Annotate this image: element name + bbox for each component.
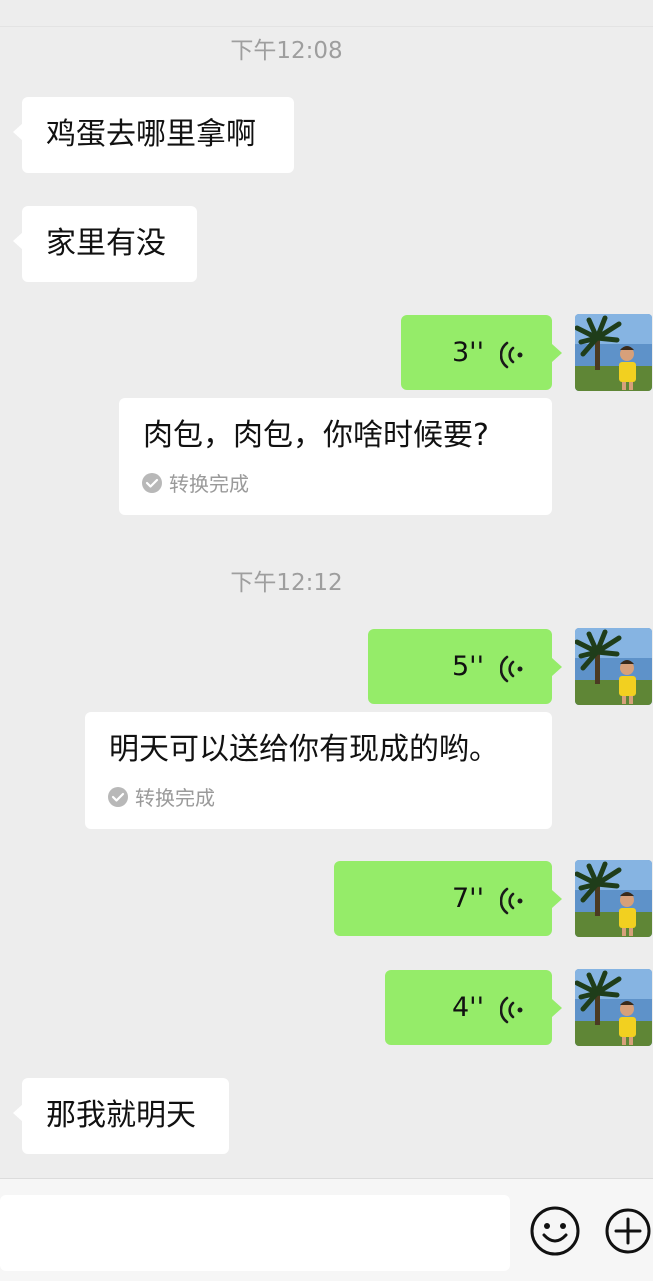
transcript-status: 转换完成	[135, 786, 215, 810]
avatar[interactable]	[575, 860, 652, 937]
avatar-photo-icon	[575, 628, 652, 705]
voice-duration: 3''	[452, 337, 485, 368]
transcript-text: 肉包，肉包，你啥时候要?	[143, 418, 489, 453]
avatar[interactable]	[575, 314, 652, 391]
voice-message[interactable]: 7''	[334, 861, 562, 936]
voice-message[interactable]: 3''	[401, 315, 562, 390]
voice-duration: 4''	[452, 992, 485, 1023]
avatar-photo-icon	[575, 860, 652, 937]
voice-message[interactable]: 5''	[368, 629, 562, 704]
avatar[interactable]	[575, 628, 652, 705]
avatar-photo-icon	[575, 314, 652, 391]
smiley-face-icon[interactable]	[529, 1205, 581, 1257]
check-circle-icon	[108, 787, 128, 807]
transcript-status: 转换完成	[169, 472, 249, 496]
voice-duration: 7''	[452, 883, 485, 914]
top-bar	[0, 0, 653, 27]
voice-wave-icon	[500, 655, 523, 683]
plus-circle-icon[interactable]	[603, 1205, 651, 1257]
incoming-message[interactable]: 家里有没	[13, 206, 197, 282]
timestamp: 下午12:08	[230, 38, 343, 64]
voice-wave-icon	[500, 887, 523, 915]
incoming-message[interactable]: 那我就明天	[13, 1078, 229, 1154]
timestamp: 下午12:12	[230, 570, 343, 596]
message-input[interactable]	[0, 1195, 510, 1271]
message-text: 家里有没	[46, 226, 166, 261]
check-circle-icon	[142, 473, 162, 493]
message-text: 鸡蛋去哪里拿啊	[46, 117, 256, 152]
transcript-text: 明天可以送给你有现成的哟。	[109, 732, 499, 767]
voice-transcript-card[interactable]: 明天可以送给你有现成的哟。 转换完成	[85, 712, 552, 829]
avatar-photo-icon	[575, 969, 652, 1046]
voice-wave-icon	[500, 996, 523, 1024]
voice-message[interactable]: 4''	[385, 970, 562, 1045]
incoming-message[interactable]: 鸡蛋去哪里拿啊	[13, 97, 294, 173]
voice-duration: 5''	[452, 651, 485, 682]
voice-transcript-card[interactable]: 肉包，肉包，你啥时候要? 转换完成	[119, 398, 552, 515]
message-text: 那我就明天	[46, 1098, 196, 1133]
input-bar	[0, 1178, 653, 1281]
avatar[interactable]	[575, 969, 652, 1046]
voice-wave-icon	[500, 341, 523, 369]
